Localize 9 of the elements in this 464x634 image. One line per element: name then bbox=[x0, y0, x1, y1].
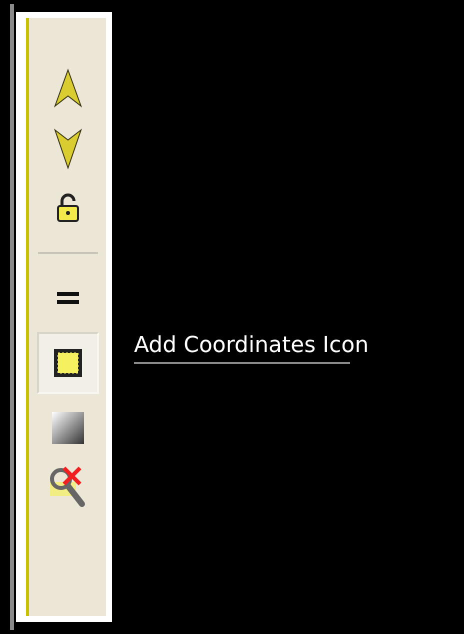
down-arrow-icon bbox=[52, 126, 82, 170]
toolbar-button[interactable] bbox=[36, 332, 98, 394]
equals-icon bbox=[56, 290, 80, 306]
padlock-icon bbox=[56, 193, 80, 223]
square-icon bbox=[52, 348, 82, 378]
gradient-square-icon bbox=[50, 411, 84, 445]
magnifier-cross-icon bbox=[48, 466, 88, 510]
callout-label: Add Coordinates Icon bbox=[134, 332, 369, 360]
up-arrow-icon bbox=[52, 68, 82, 108]
